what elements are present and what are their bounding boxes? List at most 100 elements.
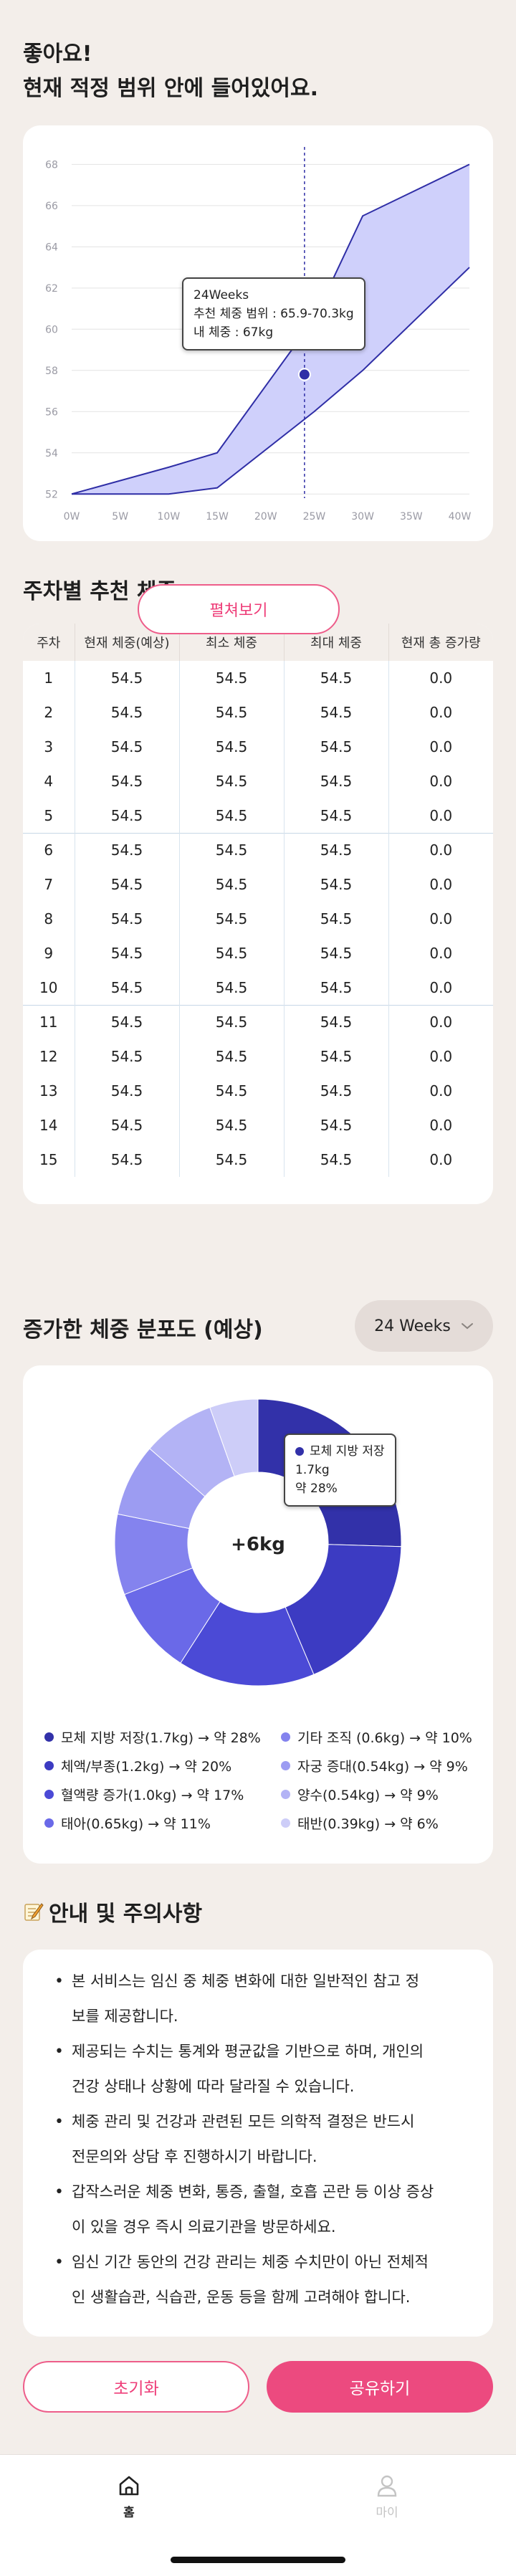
expand-button[interactable]: 펼쳐보기 [138, 584, 340, 634]
table-cell: 54.5 [75, 764, 180, 798]
table-cell: 54.5 [75, 661, 180, 695]
table-row: 11 54.5 54.5 54.5 0.0 [23, 1004, 493, 1039]
table-cell: 54.5 [284, 730, 389, 764]
table-cell: 54.5 [284, 1108, 389, 1142]
table-cell: 8 [23, 902, 75, 936]
y-tick-label: 56 [45, 406, 58, 418]
note-item: 갑작스러운 체중 변화, 통증, 출혈, 호흡 곤란 등 이상 증상이 있을 경… [52, 2175, 467, 2245]
note-line: 전문의와 상담 후 진행하시기 바랍니다. [72, 2148, 317, 2165]
donut-tooltip: 모체 지방 저장 1.7kg 약 28% [284, 1434, 396, 1507]
weekly-table-card: 주차 현재 체중(예상) 최소 체중 최대 체중 현재 총 증가량 1 54.5 5… [23, 624, 493, 1204]
memo-icon [24, 1903, 44, 1921]
table-cell: 54.5 [75, 867, 180, 902]
tooltip-week: 24Weeks [194, 288, 249, 302]
note-item: 체중 관리 및 건강과 관련된 모든 의학적 결정은 반드시전문의와 상담 후 … [52, 2104, 467, 2175]
table-cell: 54.5 [179, 730, 285, 764]
table-cell: 54.5 [75, 970, 180, 1005]
legend-dot [44, 1790, 54, 1799]
table-cell: 54.5 [75, 902, 180, 936]
legend-dot [44, 1732, 54, 1742]
note-line: 건강 상태나 상황에 따라 달라질 수 있습니다. [72, 2078, 355, 2095]
col-week: 주차 [23, 624, 75, 661]
reset-button[interactable]: 초기화 [23, 2361, 249, 2413]
table-cell: 11 [23, 1004, 75, 1039]
table-cell: 0.0 [429, 1048, 453, 1065]
legend-dot [281, 1732, 290, 1742]
x-tick-label: 35W [400, 511, 423, 523]
y-tick-label: 60 [45, 324, 58, 335]
notes-title: 안내 및 주의사항 [23, 1896, 202, 1927]
notes-title-text: 안내 및 주의사항 [49, 1902, 203, 1927]
table-cell: 54.5 [284, 661, 389, 695]
donut-center-label: +6kg [231, 1534, 285, 1555]
nav-home[interactable]: 홈 [93, 2474, 165, 2520]
headline-line2: 현재 적정 범위 안에 들어있어요. [23, 76, 318, 101]
legend-label: 기타 조직 (0.6kg) → 약 10% [297, 1730, 472, 1746]
chart-tooltip: 24Weeks 추천 체중 범위 : 65.9-70.3kg 내 체중 : 67… [182, 277, 366, 350]
table-cell: 3 [23, 730, 75, 764]
table-cell: 0.0 [429, 806, 453, 824]
table-cell: 54.5 [179, 867, 285, 902]
table-cell: 54.5 [179, 764, 285, 798]
table-cell: 54.5 [284, 867, 389, 902]
donut-tooltip-pct: 약 28% [295, 1482, 338, 1496]
x-tick-label: 20W [254, 511, 277, 523]
table-cell: 54.5 [284, 1004, 389, 1039]
table-cell: 54.5 [75, 695, 180, 730]
legend-dot [44, 1761, 54, 1770]
col-total-gain: 현재 총 증가량 [388, 624, 493, 661]
table-cell: 54.5 [179, 1074, 285, 1108]
table-row: 7 54.5 54.5 54.5 0.0 [23, 867, 493, 902]
legend-label: 혈액량 증가(1.0kg) → 약 17% [61, 1788, 244, 1803]
table-cell: 54.5 [75, 798, 180, 833]
table-cell: 7 [23, 867, 75, 902]
table-cell: 5 [23, 798, 75, 833]
table-row: 13 54.5 54.5 54.5 0.0 [23, 1074, 493, 1108]
week-select-dropdown[interactable]: 24 Weeks [355, 1300, 493, 1352]
y-tick-label: 58 [45, 366, 58, 377]
table-cell: 54.5 [284, 936, 389, 970]
table-cell: 1 [23, 661, 75, 695]
note-line: 보를 제공합니다. [72, 2008, 178, 2025]
table-cell: 10 [23, 970, 75, 1005]
table-cell: 54.5 [284, 970, 389, 1005]
tooltip-my-weight: 내 체중 : 67kg [194, 325, 274, 340]
table-cell: 0.0 [429, 1082, 453, 1099]
table-cell: 0.0 [429, 669, 453, 687]
table-row: 10 54.5 54.5 54.5 0.0 [23, 970, 493, 1005]
legend-label: 태반(0.39kg) → 약 6% [297, 1816, 439, 1832]
table-row: 6 54.5 54.5 54.5 0.0 [23, 832, 493, 867]
donut-tooltip-value: 1.7kg [295, 1463, 330, 1477]
note-line: 갑작스러운 체중 변화, 통증, 출혈, 호흡 곤란 등 이상 증상 [72, 2183, 434, 2200]
table-row: 14 54.5 54.5 54.5 0.0 [23, 1108, 493, 1142]
x-tick-label: 0W [64, 511, 80, 523]
x-tick-label: 25W [303, 511, 326, 523]
legend-dot [281, 1818, 290, 1828]
distribution-title: 증가한 체중 분포도 (예상) [23, 1317, 263, 1342]
note-line: 제공되는 수치는 통계와 평균값을 기반으로 하며, 개인의 [72, 2043, 424, 2060]
table-row: 3 54.5 54.5 54.5 0.0 [23, 730, 493, 764]
tooltip-dot [295, 1447, 304, 1456]
table-cell: 54.5 [75, 1074, 180, 1108]
table-cell: 54.5 [284, 695, 389, 730]
table-cell: 54.5 [179, 1108, 285, 1142]
table-cell: 0.0 [429, 910, 453, 927]
donut-tooltip-title: 모체 지방 저장 [295, 1442, 385, 1461]
nav-my[interactable]: 마이 [351, 2474, 423, 2520]
legend-item: 체액/부종(1.2kg) → 약 20% [44, 1756, 231, 1775]
legend-dot [44, 1818, 54, 1828]
table-row: 8 54.5 54.5 54.5 0.0 [23, 902, 493, 936]
table-cell: 9 [23, 936, 75, 970]
distribution-card: +6kg 모체 지방 저장 1.7kg 약 28% 모체 지방 저장(1.7kg… [23, 1365, 493, 1864]
nav-home-label: 홈 [123, 2506, 135, 2520]
legend-dot [281, 1761, 290, 1770]
weight-distribution-donut: +6kg [114, 1398, 402, 1687]
note-item: 임신 기간 동안의 건강 관리는 체중 수치만이 아닌 전체적인 생활습관, 식… [52, 2245, 467, 2315]
notes-list: 본 서비스는 임신 중 체중 변화에 대한 일반적인 참고 정보를 제공합니다.… [52, 1964, 467, 2315]
current-weight-point[interactable] [297, 368, 311, 381]
table-row: 2 54.5 54.5 54.5 0.0 [23, 695, 493, 730]
user-icon [377, 2475, 397, 2497]
legend-item: 혈액량 증가(1.0kg) → 약 17% [44, 1785, 244, 1804]
share-button[interactable]: 공유하기 [267, 2361, 493, 2413]
table-cell: 54.5 [179, 832, 285, 867]
